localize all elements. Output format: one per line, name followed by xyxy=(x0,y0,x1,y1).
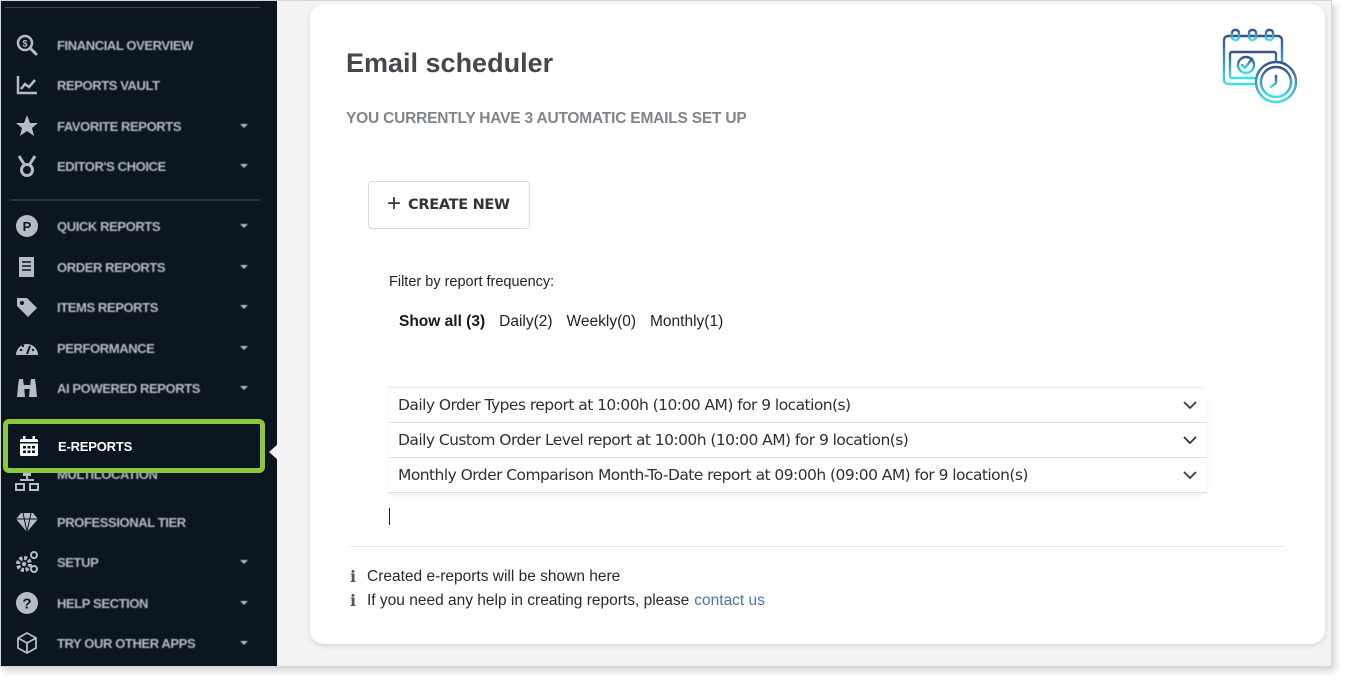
info-icon: i xyxy=(350,567,357,586)
sidebar-item-reports-vault[interactable]: REPORTS VAULT xyxy=(1,67,269,103)
sidebar-item-help-section[interactable]: ? HELP SECTION xyxy=(1,585,269,621)
sidebar-item-label: ITEMS REPORTS xyxy=(57,299,158,315)
sidebar-item-label: HELP SECTION xyxy=(57,595,149,611)
report-row[interactable]: Daily Order Types report at 10:00h (10:0… xyxy=(389,388,1207,423)
sidebar-item-label: PERFORMANCE xyxy=(57,340,155,356)
info-text: If you need any help in creating reports… xyxy=(367,591,690,609)
chevron-down-icon xyxy=(240,265,248,269)
sidebar-item-label: FINANCIAL OVERVIEW xyxy=(57,37,194,53)
svg-text:P: P xyxy=(23,219,32,234)
chevron-down-icon xyxy=(240,224,248,228)
search-dollar-icon: $ xyxy=(14,32,40,58)
diamond-icon xyxy=(14,509,40,535)
sidebar-item-label: E-REPORTS xyxy=(58,438,133,454)
email-scheduler-card: Email scheduler YOU CURRENTLY HAVE 3 AUT… xyxy=(310,4,1325,644)
sidebar-item-performance[interactable]: PERFORMANCE xyxy=(1,330,269,366)
sidebar-item-label: TRY OUR OTHER APPS xyxy=(57,635,196,651)
text-cursor xyxy=(389,508,390,525)
report-row[interactable]: Daily Custom Order Level report at 10:00… xyxy=(389,423,1207,458)
question-circle-icon: ? xyxy=(14,590,40,616)
sidebar-item-favorite-reports[interactable]: FAVORITE REPORTS xyxy=(1,108,269,144)
create-new-label: CREATE NEW xyxy=(408,197,510,213)
gears-icon xyxy=(14,549,40,575)
sidebar-item-professional-tier[interactable]: PROFESSIONAL TIER xyxy=(1,504,269,540)
section-divider xyxy=(350,546,1284,547)
chevron-down-icon xyxy=(240,641,248,645)
sidebar-item-order-reports[interactable]: ORDER REPORTS xyxy=(1,249,269,285)
sidebar-item-ai-powered-reports[interactable]: AI POWERED REPORTS xyxy=(1,370,269,406)
chevron-down-icon[interactable] xyxy=(1183,470,1197,480)
contact-us-link[interactable]: contact us xyxy=(694,592,765,610)
svg-text:?: ? xyxy=(22,596,31,613)
filter-daily[interactable]: Daily(2) xyxy=(499,313,552,331)
svg-text:$: $ xyxy=(22,39,27,49)
filter-show-all[interactable]: Show all (3) xyxy=(399,313,485,331)
receipt-icon xyxy=(14,254,40,280)
sidebar-item-editors-choice[interactable]: EDITOR'S CHOICE xyxy=(1,148,269,184)
sidebar-item-label: AI POWERED REPORTS xyxy=(57,380,201,396)
chevron-down-icon xyxy=(240,386,248,390)
parking-circle-icon: P xyxy=(14,213,40,239)
star-icon xyxy=(14,113,40,139)
chevron-down-icon xyxy=(240,124,248,128)
sidebar-item-setup[interactable]: SETUP xyxy=(1,544,269,580)
sidebar-item-try-our-other-apps[interactable]: TRY OUR OTHER APPS xyxy=(1,625,269,661)
emails-count-summary: YOU CURRENTLY HAVE 3 AUTOMATIC EMAILS SE… xyxy=(346,110,747,127)
calendar-clock-icon xyxy=(1222,26,1302,106)
chevron-down-icon xyxy=(240,560,248,564)
sidebar-item-label: SETUP xyxy=(57,554,99,570)
chevron-down-icon xyxy=(240,305,248,309)
active-item-pointer xyxy=(269,444,278,460)
chevron-down-icon[interactable] xyxy=(1183,400,1197,410)
info-line-created-reports: i Created e-reports will be shown here xyxy=(350,567,620,586)
sidebar-item-label: PROFESSIONAL TIER xyxy=(57,514,186,530)
calendar-icon xyxy=(16,433,42,459)
report-row[interactable]: Monthly Order Comparison Month-To-Date r… xyxy=(389,458,1207,493)
filter-weekly[interactable]: Weekly(0) xyxy=(567,313,636,331)
report-description: Daily Order Types report at 10:00h (10:0… xyxy=(398,396,851,414)
plus-icon: + xyxy=(387,189,402,217)
scheduled-reports-list: Daily Order Types report at 10:00h (10:0… xyxy=(389,387,1207,493)
sidebar-item-label: EDITOR'S CHOICE xyxy=(57,158,166,174)
binoculars-icon xyxy=(14,375,40,401)
filter-monthly[interactable]: Monthly(1) xyxy=(650,313,723,331)
sidebar-item-items-reports[interactable]: ITEMS REPORTS xyxy=(1,289,269,325)
sidebar-item-label: FAVORITE REPORTS xyxy=(57,118,182,134)
chevron-down-icon xyxy=(240,164,248,168)
page-title: Email scheduler xyxy=(346,48,554,78)
filter-label: Filter by report frequency: xyxy=(389,274,555,290)
app-frame: $ FINANCIAL OVERVIEW REPORTS VAULT FAVOR… xyxy=(0,0,1332,667)
info-icon: i xyxy=(350,591,357,610)
sidebar-top-divider xyxy=(5,7,260,8)
create-new-button[interactable]: + CREATE NEW xyxy=(368,181,530,229)
chevron-down-icon xyxy=(240,601,248,605)
sidebar-item-quick-reports[interactable]: P QUICK REPORTS xyxy=(1,208,269,244)
speedometer-icon xyxy=(14,335,40,361)
info-line-help: i If you need any help in creating repor… xyxy=(350,591,765,610)
medal-icon xyxy=(14,153,40,179)
sidebar: $ FINANCIAL OVERVIEW REPORTS VAULT FAVOR… xyxy=(1,1,277,666)
sidebar-item-label: ORDER REPORTS xyxy=(57,259,166,275)
sidebar-item-label: QUICK REPORTS xyxy=(57,218,161,234)
sidebar-item-e-reports[interactable]: E-REPORTS xyxy=(3,419,265,473)
sidebar-item-financial-overview[interactable]: $ FINANCIAL OVERVIEW xyxy=(1,27,269,63)
info-text: Created e-reports will be shown here xyxy=(367,567,621,585)
tag-icon xyxy=(14,294,40,320)
report-description: Daily Custom Order Level report at 10:00… xyxy=(398,431,909,449)
chevron-down-icon[interactable] xyxy=(1183,435,1197,445)
chevron-down-icon xyxy=(240,346,248,350)
sidebar-item-label: REPORTS VAULT xyxy=(57,77,160,93)
report-description: Monthly Order Comparison Month-To-Date r… xyxy=(398,466,1028,484)
cube-icon xyxy=(14,630,40,656)
chart-line-icon xyxy=(14,72,40,98)
sidebar-divider xyxy=(11,199,260,201)
frequency-filter: Show all (3) Daily(2) Weekly(0) Monthly(… xyxy=(399,313,723,331)
